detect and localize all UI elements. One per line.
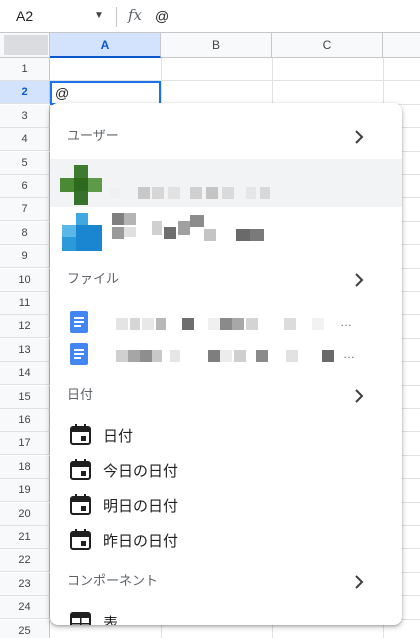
column-header-a[interactable]: A (50, 33, 161, 58)
user-item[interactable] (50, 207, 402, 255)
row-header-7[interactable]: 7 (0, 198, 50, 221)
row-header-5[interactable]: 5 (0, 152, 50, 175)
user-avatar (62, 213, 102, 251)
file-name-redacted (116, 318, 324, 330)
user-item[interactable] (50, 159, 402, 207)
row-header-22[interactable]: 22 (0, 549, 50, 572)
formula-separator (116, 7, 117, 27)
row-header-25[interactable]: 25 (0, 620, 50, 638)
row-header-21[interactable]: 21 (0, 526, 50, 549)
smart-chip-menu: ユーザー ファイル … … 日付 日付 今日の日付 明日の日付 昨日の日付 コン… (50, 103, 402, 625)
column-header-d[interactable] (383, 33, 420, 58)
section-users-label: ユーザー (67, 128, 119, 143)
date-item-label: 日付 (103, 428, 134, 445)
row-header-24[interactable]: 24 (0, 596, 50, 619)
table-icon (70, 612, 91, 625)
calendar-icon (70, 494, 91, 515)
file-item[interactable]: … (50, 306, 402, 340)
column-header-c[interactable]: C (272, 33, 383, 58)
row-header-6[interactable]: 6 (0, 175, 50, 198)
user-avatar (60, 165, 102, 205)
chevron-right-icon[interactable] (352, 575, 366, 589)
google-docs-icon (70, 311, 88, 333)
fx-icon: fx (128, 6, 143, 24)
row-header-11[interactable]: 11 (0, 292, 50, 315)
component-item-label: 表 (103, 615, 119, 625)
row-header-14[interactable]: 14 (0, 362, 50, 385)
row-header-17[interactable]: 17 (0, 432, 50, 455)
date-item[interactable]: 明日の日付 (50, 488, 402, 522)
date-item-label: 明日の日付 (103, 498, 179, 515)
calendar-icon (70, 424, 91, 445)
row-header-8[interactable]: 8 (0, 222, 50, 245)
truncation-ellipsis: … (343, 347, 355, 361)
row-header-12[interactable]: 12 (0, 315, 50, 338)
row-header-15[interactable]: 15 (0, 386, 50, 409)
active-cell-a2[interactable]: @ (50, 81, 161, 105)
file-item[interactable]: … (50, 338, 402, 372)
name-box[interactable]: A2 (16, 8, 33, 24)
date-item[interactable]: 今日の日付 (50, 453, 402, 487)
row-header-3[interactable]: 3 (0, 105, 50, 128)
date-item-label: 昨日の日付 (103, 533, 179, 550)
user-name-redacted (112, 213, 264, 241)
section-files-label: ファイル (67, 271, 120, 286)
formula-bar: A2 ▼ fx @ (0, 0, 420, 33)
row-header-18[interactable]: 18 (0, 456, 50, 479)
section-components-label: コンポーネント (67, 573, 159, 588)
section-dates-label: 日付 (67, 387, 94, 402)
calendar-icon (70, 529, 91, 550)
truncation-ellipsis: … (340, 315, 352, 329)
row-header-1[interactable]: 1 (0, 58, 50, 81)
user-name-redacted (110, 187, 270, 199)
column-header-b[interactable]: B (161, 33, 272, 58)
select-all-corner[interactable] (0, 33, 50, 58)
file-name-redacted (116, 350, 334, 362)
chevron-right-icon[interactable] (352, 130, 366, 144)
date-item[interactable]: 日付 (50, 418, 402, 452)
chevron-right-icon[interactable] (352, 273, 366, 287)
name-box-dropdown-icon[interactable]: ▼ (94, 10, 104, 21)
google-docs-icon (70, 343, 88, 365)
date-item-label: 今日の日付 (103, 463, 179, 480)
row-header-2[interactable]: 2 (0, 81, 50, 104)
component-item[interactable]: 表 (50, 605, 402, 625)
row-header-10[interactable]: 10 (0, 269, 50, 292)
formula-input[interactable]: @ (155, 8, 169, 24)
date-item[interactable]: 昨日の日付 (50, 523, 402, 557)
row-header-9[interactable]: 9 (0, 245, 50, 268)
row-header-23[interactable]: 23 (0, 573, 50, 596)
calendar-icon (70, 459, 91, 480)
row-header-4[interactable]: 4 (0, 128, 50, 151)
row-header-19[interactable]: 19 (0, 479, 50, 502)
chevron-right-icon[interactable] (352, 389, 366, 403)
row-header-13[interactable]: 13 (0, 339, 50, 362)
row-header-16[interactable]: 16 (0, 409, 50, 432)
row-header-20[interactable]: 20 (0, 503, 50, 526)
